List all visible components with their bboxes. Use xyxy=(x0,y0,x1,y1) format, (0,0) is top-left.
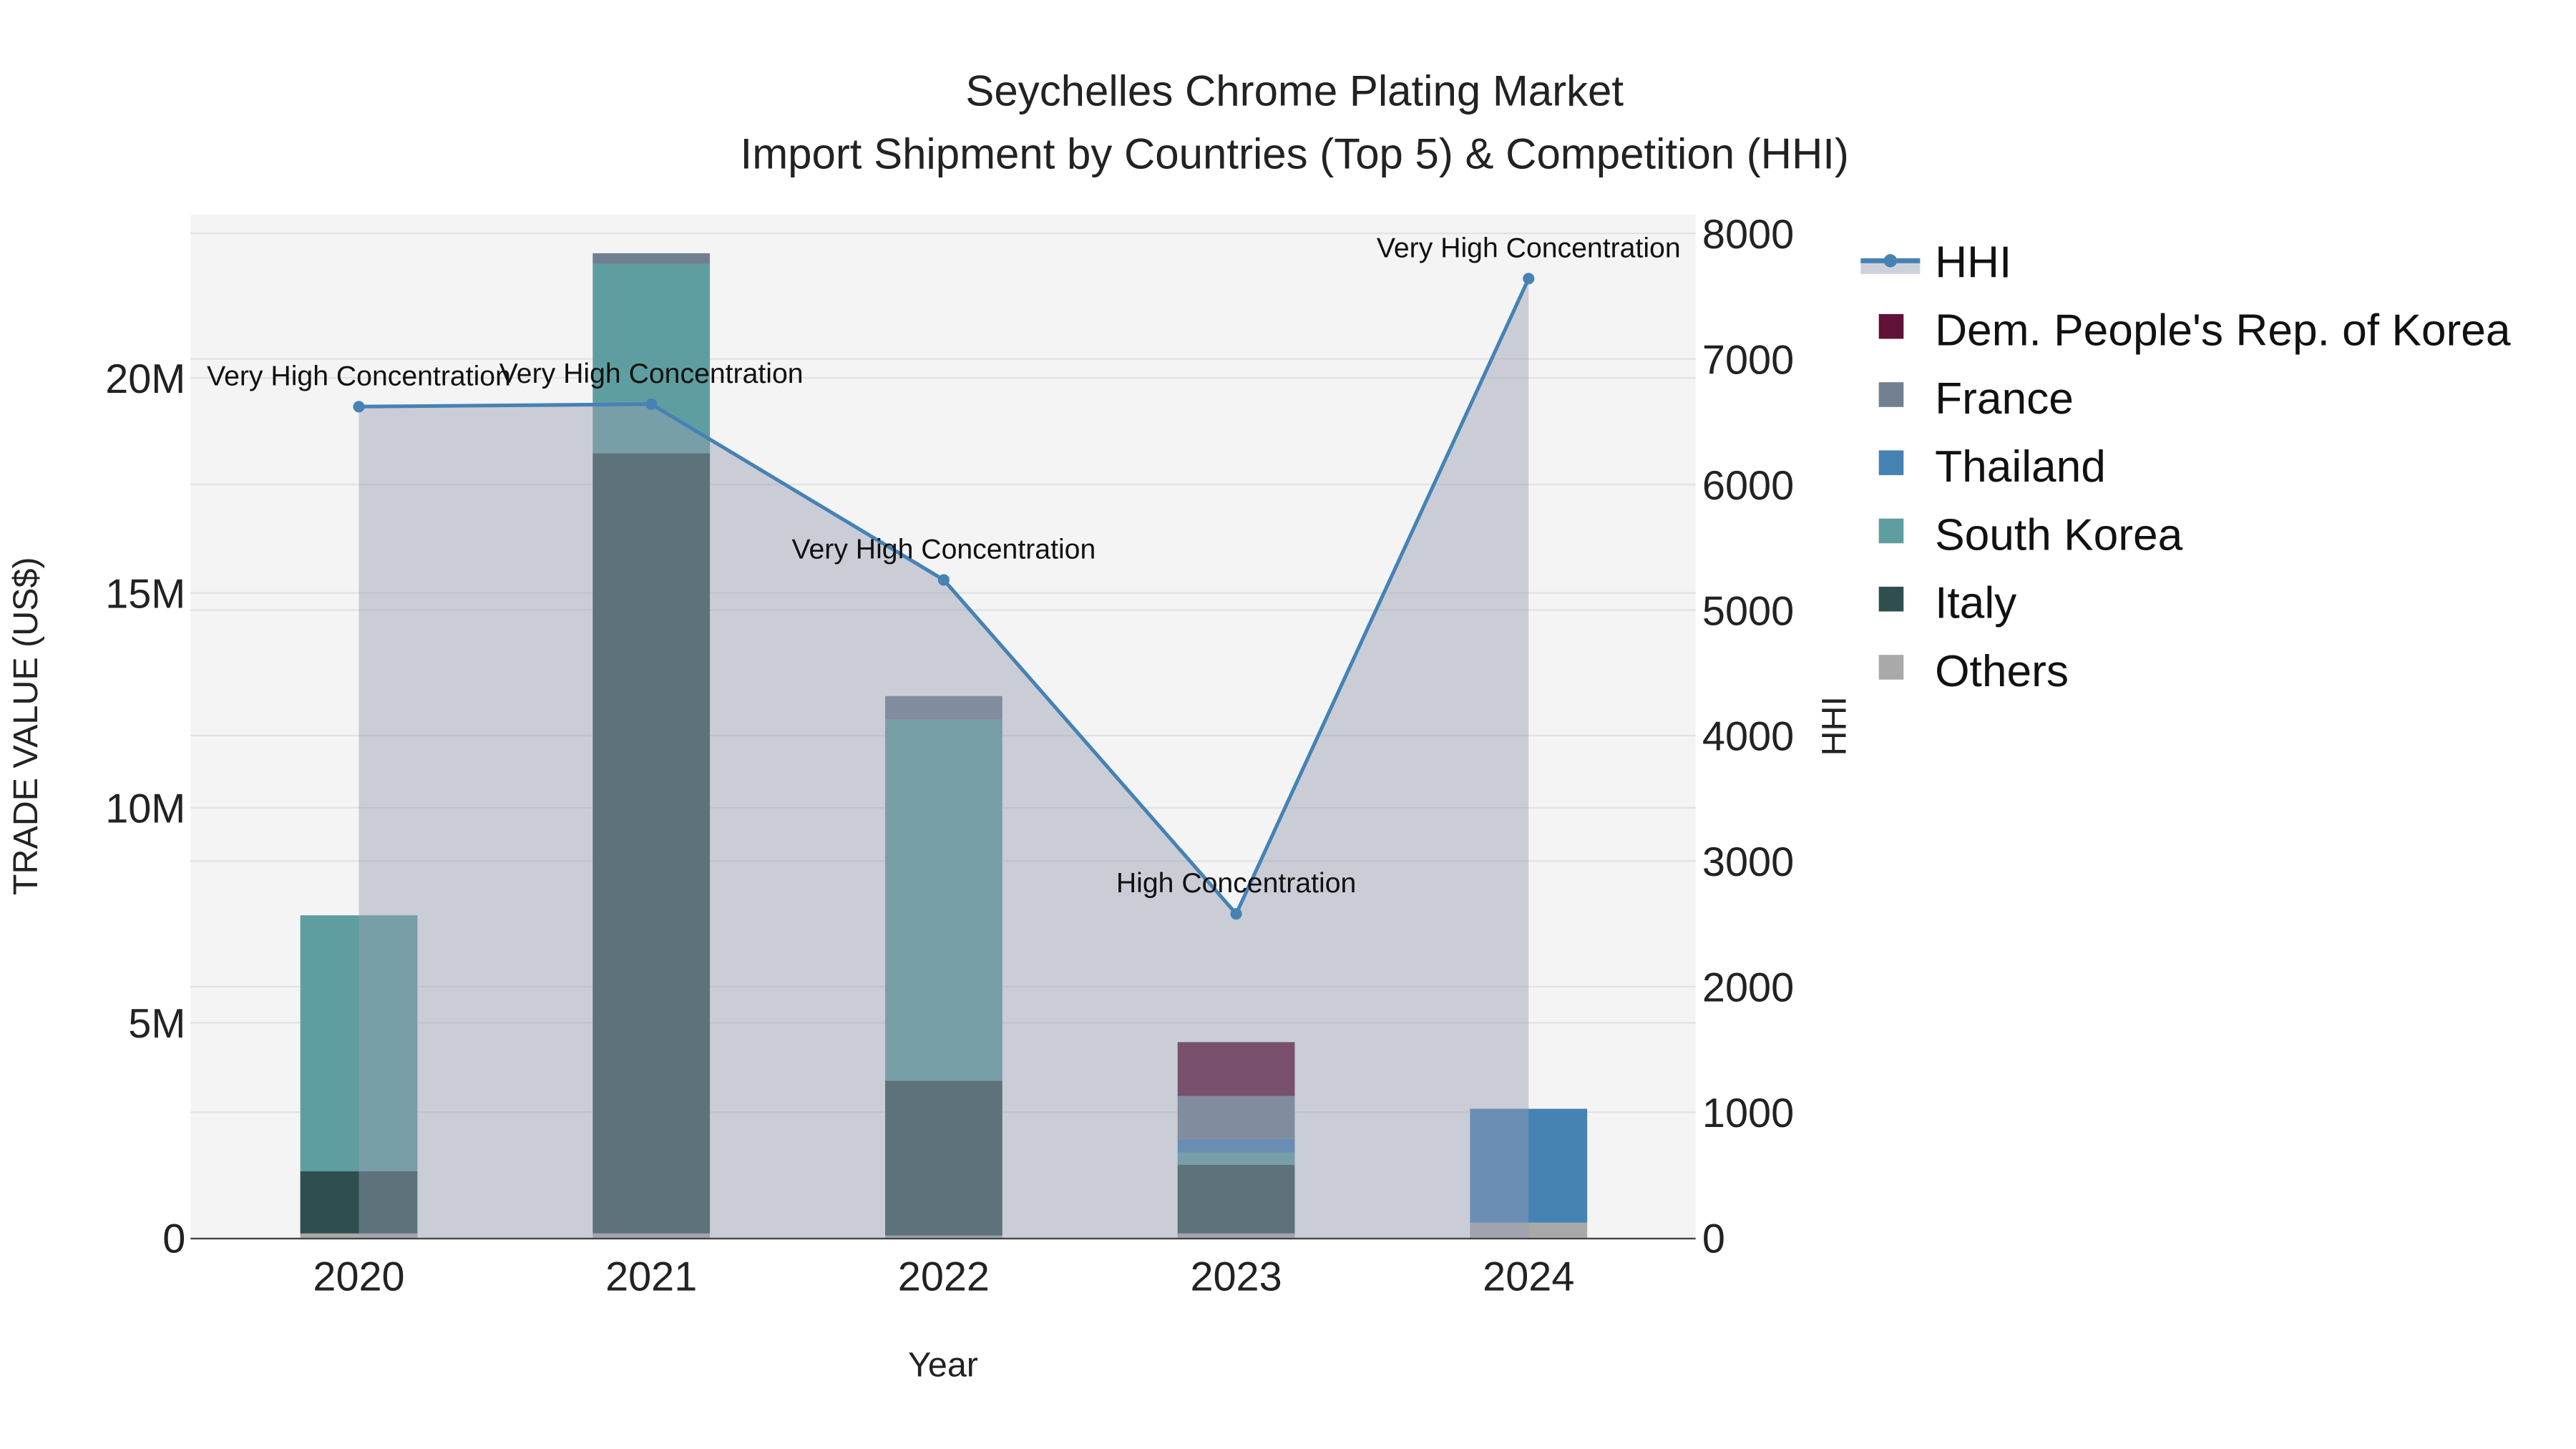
legend-swatch xyxy=(1878,518,1904,544)
legend-swatch xyxy=(1878,450,1904,476)
hhi-point xyxy=(937,574,950,586)
y2-tick-label: 0 xyxy=(1702,1216,1725,1262)
hhi-point xyxy=(1523,273,1535,285)
x-axis-label: Year xyxy=(908,1346,978,1385)
legend-swatch xyxy=(1878,655,1904,680)
hhi-annotation: Very High Concentration xyxy=(1377,233,1681,263)
x-tick-label: 2022 xyxy=(898,1254,990,1300)
y2-tick-label: 8000 xyxy=(1702,212,1794,258)
bar-france-2021 xyxy=(592,253,711,264)
y2-tick-label: 2000 xyxy=(1702,965,1794,1011)
legend-label: Others xyxy=(1935,647,2069,696)
legend-label: Italy xyxy=(1935,579,2017,628)
legend-label: Dem. People's Rep. of Korea xyxy=(1935,306,2511,356)
hhi-annotation: Very High Concentration xyxy=(791,534,1096,565)
chart: Seychelles Chrome Plating Market Import … xyxy=(6,67,2511,1385)
legend-swatch xyxy=(1878,382,1904,407)
x-tick-label: 2023 xyxy=(1190,1254,1282,1300)
legend-swatch xyxy=(1878,586,1904,612)
legend: HHI Dem. People's Rep. of Korea France Thai… xyxy=(1860,238,2511,696)
y-tick-label: 5M xyxy=(128,1001,185,1047)
legend-item-south-korea[interactable]: South Korea xyxy=(1878,510,2183,560)
y-axis-label: TRADE VALUE (US$) xyxy=(6,557,45,895)
legend-label: France xyxy=(1935,374,2074,424)
legend-hhi-marker xyxy=(1883,254,1898,268)
legend-label: Thailand xyxy=(1935,442,2106,492)
y2-axis-label: HHI xyxy=(1815,696,1854,756)
x-tick-label: 2024 xyxy=(1483,1254,1574,1300)
y-tick-label: 15M xyxy=(105,571,185,617)
y2-tick-label: 6000 xyxy=(1702,463,1794,509)
x-axis: 2020 2021 2022 2023 2024 xyxy=(313,1254,1574,1300)
y-tick-label: 0 xyxy=(162,1216,185,1262)
legend-swatch xyxy=(1878,313,1904,339)
hhi-annotation: High Concentration xyxy=(1116,868,1356,899)
x-tick-label: 2020 xyxy=(313,1254,404,1300)
legend-item-italy[interactable]: Italy xyxy=(1878,579,2017,628)
legend-item-others[interactable]: Others xyxy=(1878,647,2069,696)
y-tick-label: 20M xyxy=(105,356,185,402)
hhi-point xyxy=(353,401,365,413)
legend-item-hhi[interactable]: HHI xyxy=(1860,238,2011,287)
chart-title: Seychelles Chrome Plating Market xyxy=(965,67,1624,115)
x-tick-label: 2021 xyxy=(605,1254,697,1300)
hhi-annotation: Very High Concentration xyxy=(207,361,511,391)
y2-tick-label: 1000 xyxy=(1702,1091,1794,1136)
legend-label: HHI xyxy=(1935,238,2011,287)
y2-tick-label: 7000 xyxy=(1702,337,1794,383)
hhi-point xyxy=(1230,908,1242,920)
chart-subtitle: Import Shipment by Countries (Top 5) & C… xyxy=(741,130,1849,177)
y2-tick-label: 3000 xyxy=(1702,839,1794,885)
y2-axis: 0 1000 2000 3000 4000 5000 6000 7000 8000 xyxy=(1702,212,1794,1262)
y-axis: 0 5M 10M 15M 20M xyxy=(105,356,185,1262)
hhi-annotation: Very High Concentration xyxy=(499,358,804,389)
legend-item-france[interactable]: France xyxy=(1878,374,2074,424)
legend-label: South Korea xyxy=(1935,510,2183,560)
y2-tick-label: 4000 xyxy=(1702,714,1794,760)
y2-tick-label: 5000 xyxy=(1702,588,1794,634)
y-tick-label: 10M xyxy=(105,786,185,832)
legend-item-thailand[interactable]: Thailand xyxy=(1878,442,2106,492)
hhi-point xyxy=(645,398,658,410)
legend-item-dem-people-s-rep-of-korea[interactable]: Dem. People's Rep. of Korea xyxy=(1878,306,2511,356)
